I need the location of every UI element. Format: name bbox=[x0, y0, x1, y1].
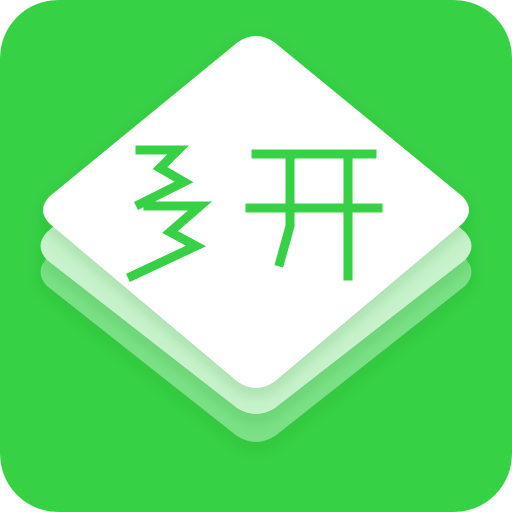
stacked-layers-app-icon bbox=[0, 0, 512, 512]
app-icon: 多开 bbox=[0, 0, 512, 512]
